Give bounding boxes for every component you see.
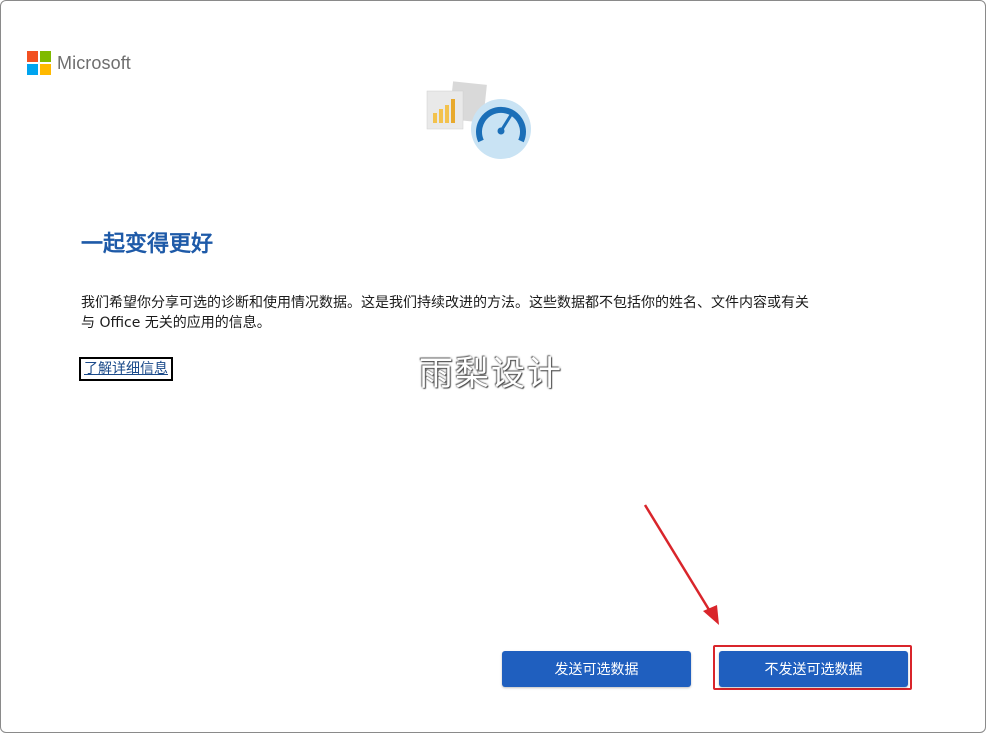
annotation-arrow-icon <box>643 504 719 625</box>
dialog-window: Microsoft 一起变得更好 我们希望你分享可选的诊断和使用情况数据。这是我… <box>0 0 986 733</box>
learn-more-link[interactable]: 了解详细信息 <box>79 357 173 381</box>
diagnostics-gauge-chart-icon <box>426 81 531 159</box>
watermark-text: 雨梨设计 <box>419 354 563 394</box>
microsoft-logo: Microsoft <box>27 51 131 75</box>
page-title: 一起变得更好 <box>81 232 214 257</box>
description-line-2: 与 Office 无关的应用的信息。 <box>81 315 271 331</box>
send-optional-data-button[interactable]: 发送可选数据 <box>502 651 691 687</box>
microsoft-wordmark: Microsoft <box>57 52 131 73</box>
description-text: 我们希望你分享可选的诊断和使用情况数据。这是我们持续改进的方法。这些数据都不包括… <box>81 293 881 333</box>
microsoft-squares-icon <box>27 51 51 75</box>
dont-send-optional-data-button[interactable]: 不发送可选数据 <box>719 651 908 687</box>
description-line-1: 我们希望你分享可选的诊断和使用情况数据。这是我们持续改进的方法。这些数据都不包括… <box>81 295 809 311</box>
